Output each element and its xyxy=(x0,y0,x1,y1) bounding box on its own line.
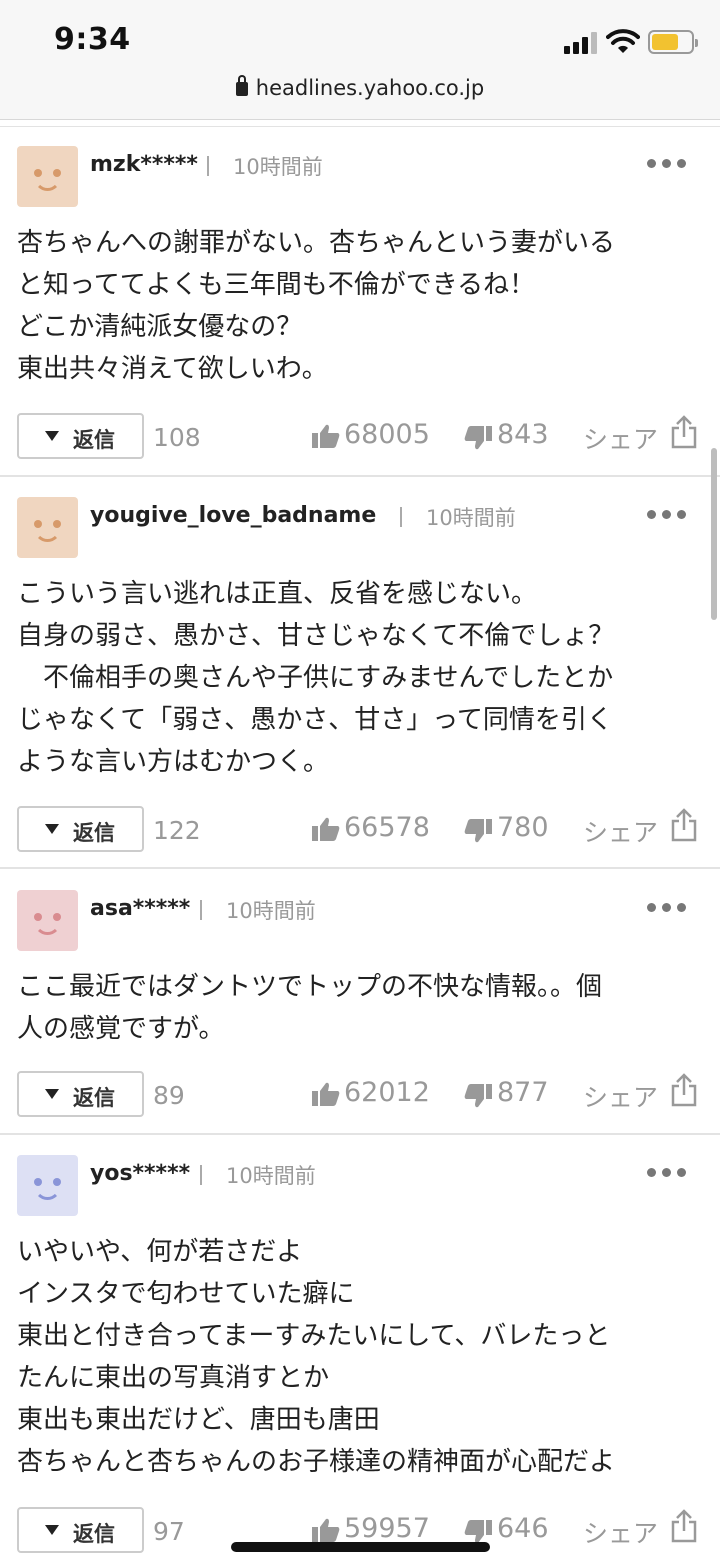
battery-icon xyxy=(648,30,698,54)
home-indicator[interactable] xyxy=(231,1542,490,1552)
reply-count: 97 xyxy=(153,1517,185,1546)
like-count: 59957 xyxy=(344,1513,430,1544)
username[interactable]: yos***** xyxy=(90,1161,190,1186)
avatar[interactable] xyxy=(17,146,78,207)
avatar[interactable] xyxy=(17,1155,78,1216)
comment-time: 10時間前 xyxy=(226,1164,316,1188)
thumbs-up-icon[interactable] xyxy=(312,1518,340,1542)
comment-item: yougive_love_badname 10時間前 こういう言い逃れは正直、反… xyxy=(0,477,720,867)
comment-item: yos***** 10時間前 いやいや、何が若さだよ インスタで匂わせていた癖に… xyxy=(0,1135,720,1566)
more-options-icon[interactable] xyxy=(647,159,687,169)
share-button[interactable]: シェア xyxy=(583,1514,658,1550)
share-icon[interactable] xyxy=(670,1073,698,1107)
reply-count: 89 xyxy=(153,1081,185,1110)
status-bar: 9:34 xyxy=(0,0,720,68)
reply-button[interactable]: 返信 xyxy=(17,413,144,459)
comment-body: 杏ちゃんへの謝罪がない。杏ちゃんという妻がいる と知っててよくも三年間も不倫がで… xyxy=(17,228,616,384)
username[interactable]: mzk***** xyxy=(90,152,198,177)
thumbs-up-icon[interactable] xyxy=(312,1082,340,1106)
like-count: 68005 xyxy=(344,419,430,450)
status-time: 9:34 xyxy=(54,22,131,57)
comment-time: 10時間前 xyxy=(426,506,516,530)
comment-time: 10時間前 xyxy=(233,155,323,179)
thumbs-down-icon[interactable] xyxy=(464,426,492,450)
share-icon[interactable] xyxy=(670,1509,698,1543)
username[interactable]: asa***** xyxy=(90,896,190,921)
share-button[interactable]: シェア xyxy=(583,813,658,849)
comment-time: 10時間前 xyxy=(226,899,316,923)
more-options-icon[interactable] xyxy=(647,510,687,520)
url-bar[interactable]: headlines.yahoo.co.jp xyxy=(0,68,720,120)
username[interactable]: yougive_love_badname xyxy=(90,503,376,528)
thumbs-down-icon[interactable] xyxy=(464,1520,492,1544)
dislike-count: 646 xyxy=(497,1513,549,1544)
share-icon[interactable] xyxy=(670,808,698,842)
reply-button[interactable]: 返信 xyxy=(17,806,144,852)
like-count: 62012 xyxy=(344,1077,430,1108)
dislike-count: 877 xyxy=(497,1077,549,1108)
reply-count: 122 xyxy=(153,816,201,845)
caret-down-icon xyxy=(45,824,59,834)
thumbs-down-icon[interactable] xyxy=(464,819,492,843)
avatar[interactable] xyxy=(17,497,78,558)
comment-body: こういう言い逃れは正直、反省を感じない。 自身の弱さ、愚かさ、甘さじゃなくて不倫… xyxy=(17,579,615,777)
thumbs-up-icon[interactable] xyxy=(312,424,340,448)
comment-item: mzk***** 10時間前 杏ちゃんへの謝罪がない。杏ちゃんという妻がいる と… xyxy=(0,127,720,475)
caret-down-icon xyxy=(45,1089,59,1099)
share-icon[interactable] xyxy=(670,415,698,449)
caret-down-icon xyxy=(45,1525,59,1535)
reply-button[interactable]: 返信 xyxy=(17,1071,144,1117)
reply-count: 108 xyxy=(153,423,201,452)
like-count: 66578 xyxy=(344,812,430,843)
reply-button[interactable]: 返信 xyxy=(17,1507,144,1553)
comment-body: いやいや、何が若さだよ インスタで匂わせていた癖に 東出と付き合ってまーすみたい… xyxy=(17,1237,616,1477)
dislike-count: 843 xyxy=(497,419,549,450)
url-domain: headlines.yahoo.co.jp xyxy=(255,76,485,100)
thumbs-up-icon[interactable] xyxy=(312,817,340,841)
wifi-icon xyxy=(606,29,640,53)
cellular-signal-icon xyxy=(564,32,600,54)
lock-icon xyxy=(235,75,248,96)
thumbs-down-icon[interactable] xyxy=(464,1084,492,1108)
dislike-count: 780 xyxy=(497,812,549,843)
scrollbar[interactable] xyxy=(711,448,717,620)
comment-body: ここ最近ではダントツでトップの不快な情報。。個 人の感覚ですが。 xyxy=(17,972,603,1044)
more-options-icon[interactable] xyxy=(647,903,687,913)
comment-item: asa***** 10時間前 ここ最近ではダントツでトップの不快な情報。。個 人… xyxy=(0,869,720,1134)
caret-down-icon xyxy=(45,431,59,441)
avatar[interactable] xyxy=(17,890,78,951)
share-button[interactable]: シェア xyxy=(583,420,658,456)
share-button[interactable]: シェア xyxy=(583,1078,658,1114)
more-options-icon[interactable] xyxy=(647,1168,687,1178)
